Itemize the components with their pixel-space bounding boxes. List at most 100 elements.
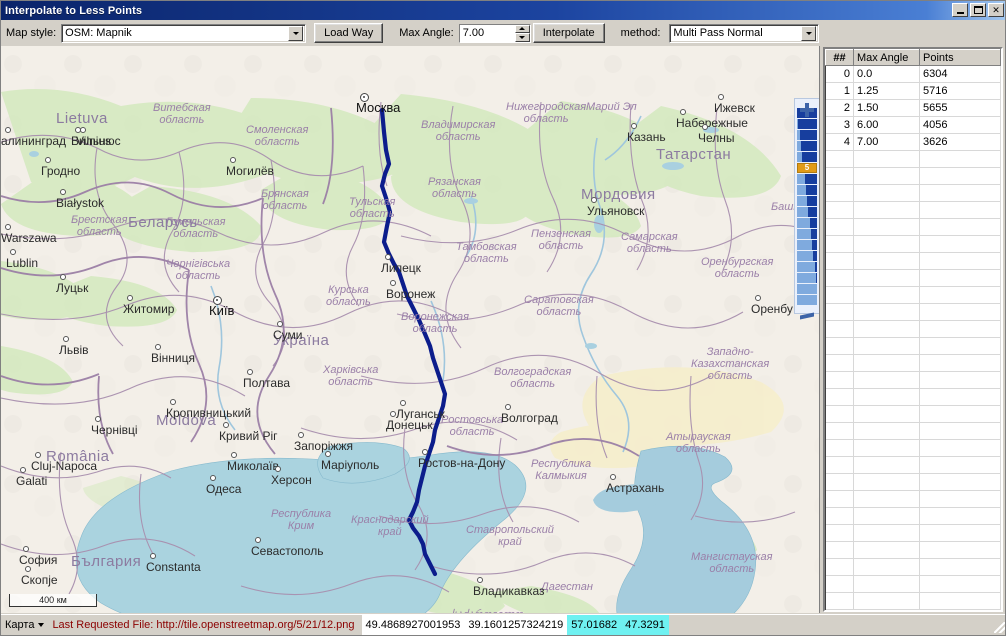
cell-points[interactable]	[919, 337, 1001, 355]
cell-max-angle[interactable]	[853, 354, 920, 372]
cell-index[interactable]	[825, 524, 854, 542]
cell-max-angle[interactable]	[853, 388, 920, 406]
cell-max-angle[interactable]	[853, 269, 920, 287]
cell-points[interactable]	[919, 303, 1001, 321]
cell-index[interactable]	[825, 167, 854, 185]
cell-max-angle[interactable]	[853, 235, 920, 253]
cell-points[interactable]	[919, 524, 1001, 542]
load-way-button[interactable]: Load Way	[314, 23, 384, 43]
cell-max-angle[interactable]	[853, 541, 920, 559]
cell-index[interactable]: 0	[825, 65, 854, 83]
cell-points[interactable]	[919, 592, 1001, 610]
cell-index[interactable]	[825, 184, 854, 202]
cell-points[interactable]	[919, 507, 1001, 525]
zoom-level-step[interactable]	[797, 240, 817, 251]
cell-index[interactable]	[825, 422, 854, 440]
cell-index[interactable]	[825, 490, 854, 508]
cell-index[interactable]	[825, 201, 854, 219]
table-row[interactable]: 2 1.50 5655	[825, 99, 1001, 117]
maximize-button[interactable]	[970, 3, 986, 17]
cell-points[interactable]	[919, 184, 1001, 202]
zoom-level-step[interactable]	[797, 295, 817, 306]
zoom-level-step[interactable]	[797, 152, 817, 163]
table-row-empty[interactable]	[825, 337, 1001, 355]
table-row-empty[interactable]	[825, 252, 1001, 270]
cell-max-angle[interactable]	[853, 167, 920, 185]
cell-points[interactable]	[919, 609, 1001, 610]
cell-index[interactable]	[825, 320, 854, 338]
cell-points[interactable]	[919, 490, 1001, 508]
table-row-empty[interactable]	[825, 303, 1001, 321]
map-style-select[interactable]: OSM: Mapnik	[61, 23, 307, 43]
table-row-empty[interactable]	[825, 320, 1001, 338]
table-row-empty[interactable]	[825, 150, 1001, 168]
cell-index[interactable]	[825, 269, 854, 287]
max-angle-input[interactable]	[459, 24, 515, 42]
table-row-empty[interactable]	[825, 235, 1001, 253]
cell-index[interactable]	[825, 541, 854, 559]
cell-index[interactable]	[825, 252, 854, 270]
cell-points[interactable]	[919, 320, 1001, 338]
spinner-down-icon[interactable]	[514, 33, 530, 42]
cell-max-angle[interactable]	[853, 507, 920, 525]
table-row-empty[interactable]	[825, 456, 1001, 474]
cell-points[interactable]: 3626	[919, 133, 1001, 151]
chevron-down-icon[interactable]	[288, 25, 304, 41]
zoom-level-step[interactable]	[797, 119, 817, 130]
cell-max-angle[interactable]	[853, 592, 920, 610]
cell-index[interactable]	[825, 218, 854, 236]
cell-max-angle[interactable]	[853, 252, 920, 270]
table-row-empty[interactable]	[825, 609, 1001, 610]
cell-points[interactable]	[919, 541, 1001, 559]
cell-points[interactable]	[919, 575, 1001, 593]
table-row-empty[interactable]	[825, 490, 1001, 508]
cell-max-angle[interactable]	[853, 150, 920, 168]
cell-max-angle[interactable]	[853, 456, 920, 474]
cell-index[interactable]: 4	[825, 133, 854, 151]
cell-points[interactable]	[919, 218, 1001, 236]
cell-points[interactable]	[919, 269, 1001, 287]
zoom-level-step[interactable]	[797, 251, 817, 262]
cell-max-angle[interactable]: 7.00	[853, 133, 920, 151]
results-grid[interactable]: ## Max Angle Points 0 0.0 6304 1 1.25 5716 2 1.…	[823, 47, 1003, 612]
cell-max-angle[interactable]	[853, 201, 920, 219]
table-row-empty[interactable]	[825, 269, 1001, 287]
table-row-empty[interactable]	[825, 371, 1001, 389]
cell-points[interactable]	[919, 405, 1001, 423]
chevron-down-icon[interactable]	[38, 623, 45, 627]
zoom-level-current[interactable]: 5	[797, 163, 817, 174]
cell-index[interactable]	[825, 592, 854, 610]
cell-index[interactable]	[825, 337, 854, 355]
cell-points[interactable]	[919, 439, 1001, 457]
cell-index[interactable]: 1	[825, 82, 854, 100]
cell-max-angle[interactable]	[853, 609, 920, 610]
table-row[interactable]: 4 7.00 3626	[825, 133, 1001, 151]
cell-points[interactable]	[919, 388, 1001, 406]
map-viewport[interactable]: Витебская область Смоленская область Брянска…	[1, 46, 820, 613]
table-row-empty[interactable]	[825, 541, 1001, 559]
cell-points[interactable]	[919, 354, 1001, 372]
cell-index[interactable]	[825, 575, 854, 593]
spinner-up-icon[interactable]	[514, 24, 530, 33]
cell-index[interactable]: 2	[825, 99, 854, 117]
zoom-level-step[interactable]	[797, 273, 817, 284]
zoom-control[interactable]: 5	[794, 98, 819, 314]
cell-points[interactable]	[919, 422, 1001, 440]
minimize-button[interactable]	[952, 3, 968, 17]
cell-max-angle[interactable]	[853, 439, 920, 457]
cell-max-angle[interactable]	[853, 337, 920, 355]
table-row-empty[interactable]	[825, 388, 1001, 406]
cell-max-angle[interactable]	[853, 303, 920, 321]
interpolate-button[interactable]: Interpolate	[532, 23, 605, 43]
table-row[interactable]: 3 6.00 4056	[825, 116, 1001, 134]
method-select[interactable]: Multi Pass Normal	[669, 23, 820, 43]
cell-max-angle[interactable]	[853, 218, 920, 236]
cell-index[interactable]	[825, 235, 854, 253]
table-row-empty[interactable]	[825, 405, 1001, 423]
zoom-out-icon[interactable]	[798, 308, 816, 313]
column-header-index[interactable]: ##	[825, 49, 854, 66]
zoom-level-step[interactable]	[797, 196, 817, 207]
table-row-empty[interactable]	[825, 473, 1001, 491]
column-header-max-angle[interactable]: Max Angle	[853, 49, 920, 66]
cell-index[interactable]	[825, 303, 854, 321]
